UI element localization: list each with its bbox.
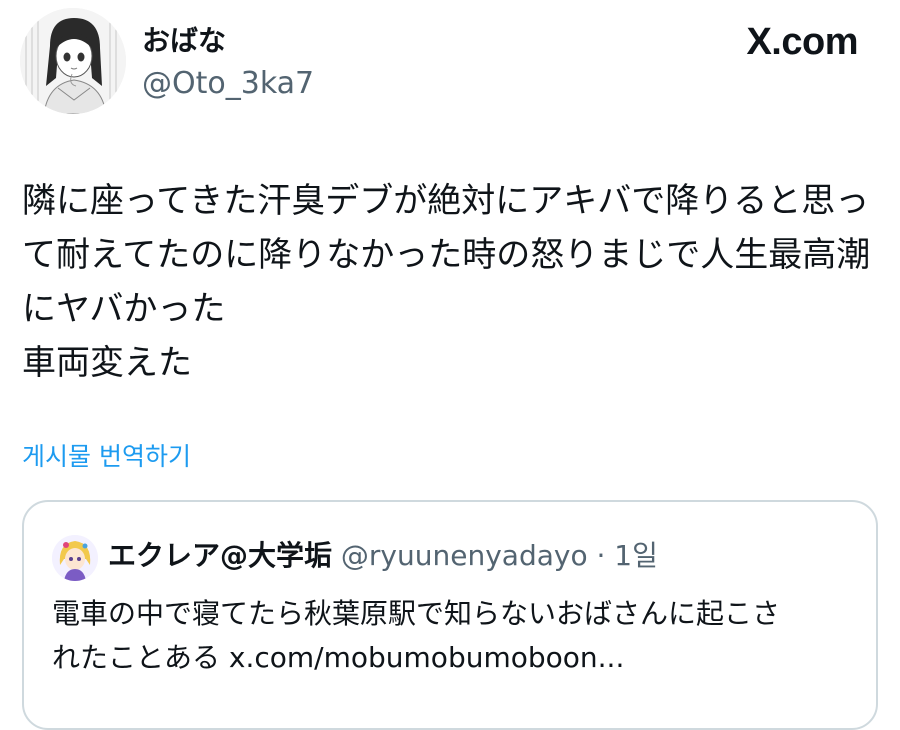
author-display-name[interactable]: おばな (142, 24, 226, 58)
quoted-tweet-card[interactable]: エクレア@大学垢 @ryuunenyadayo · 1일 電車の中で寝てたら秋葉… (22, 500, 878, 730)
translate-post-link[interactable]: 게시물 번역하기 (22, 441, 191, 473)
meta-separator: · (596, 539, 606, 572)
quote-avatar-illustration (52, 535, 98, 581)
tweet-text-line: て耐えてたのに降りなかった時の怒りまじで人生最高潮 (22, 235, 871, 275)
avatar-illustration (20, 8, 126, 114)
quoted-tweet-text: 電車の中で寝てたら秋葉原駅で知らないおばさんに起こさ れたことある x.com/… (52, 592, 852, 680)
quoted-text-line: れたことある x.com/mobumobumoboon... (52, 641, 625, 674)
quoted-author-name[interactable]: エクレア@大学垢 (108, 539, 332, 572)
tweet-text-line: にヤバかった (22, 289, 226, 329)
author-handle[interactable]: @Oto_3ka7 (142, 66, 314, 102)
tweet-text: 隣に座ってきた汗臭デブが絶対にアキバで降りると思っ て耐えてたのに降りなかった時… (22, 174, 882, 390)
quoted-tweet-time[interactable]: 1일 (614, 539, 658, 572)
anime-character-avatar-icon[interactable] (52, 535, 98, 581)
quoted-author-handle[interactable]: @ryuunenyadayo (341, 539, 588, 572)
tweet-text-line: 隣に座ってきた汗臭デブが絶対にアキバで降りると思っ (22, 181, 870, 221)
x-logo: X.com (746, 21, 858, 63)
manga-girl-avatar-icon[interactable] (20, 8, 126, 114)
quoted-tweet-header: エクレア@大学垢 @ryuunenyadayo · 1일 (108, 536, 658, 576)
quoted-text-line: 電車の中で寝てたら秋葉原駅で知らないおばさんに起こさ (52, 597, 781, 630)
tweet-text-line: 車両変えた (22, 343, 192, 383)
